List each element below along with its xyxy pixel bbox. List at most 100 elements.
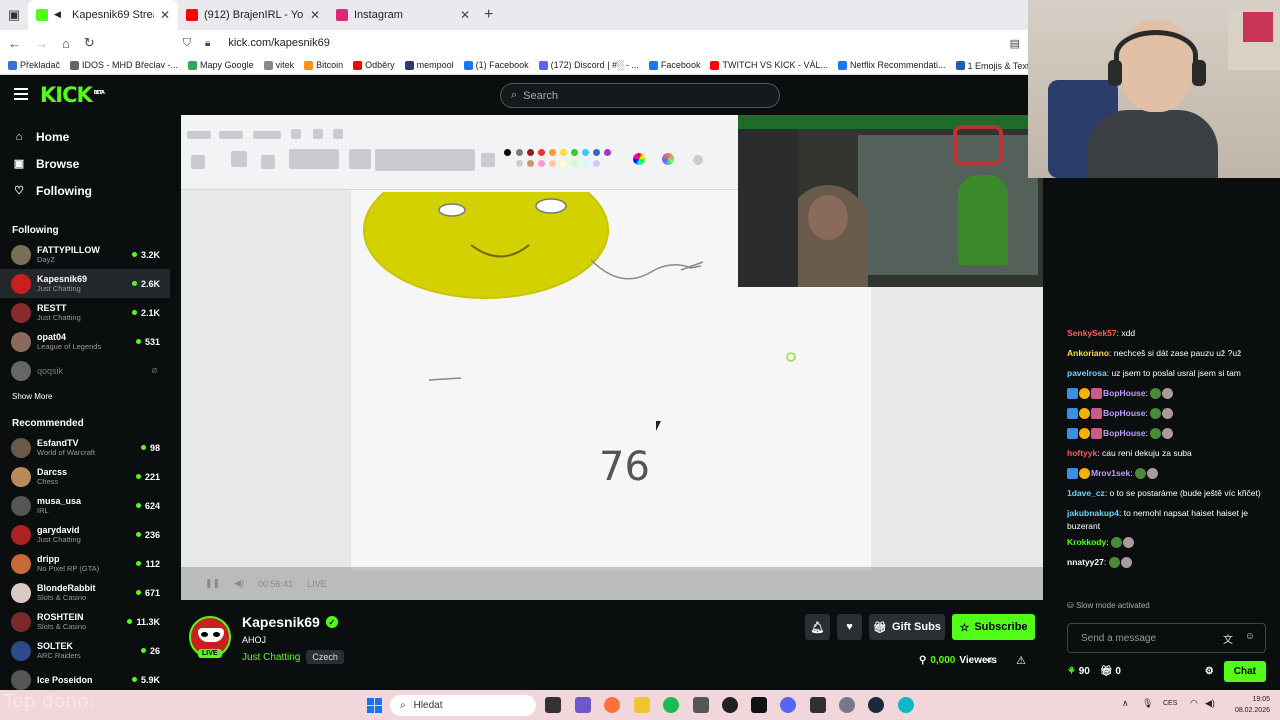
close-tab-icon[interactable]: ✕ [310,8,320,22]
chat-message[interactable]: BopHouse: [1067,384,1272,404]
chat-message[interactable]: nnatyy27: [1067,553,1272,573]
show-more-button[interactable]: Show More [0,387,170,407]
bookmark-item[interactable]: (1) Facebook [463,60,529,70]
calculator-icon[interactable] [693,697,709,713]
back-icon[interactable]: ← [8,36,21,51]
chat-username[interactable]: Krokkody [1067,537,1106,547]
channel-item[interactable]: qoqsik ⊘ [0,356,170,385]
chat-username[interactable]: BopHouse [1103,388,1146,398]
channel-item[interactable]: Ice Poseidon 5.9K [0,665,170,690]
bookmark-item[interactable]: Odběry [353,60,395,70]
count-display[interactable]: 🎁︎ 0 [1100,666,1121,677]
chat-message[interactable]: jakubnakup4: to nemohl napsat haiset hai… [1067,504,1272,533]
file-explorer-icon[interactable] [634,697,650,713]
channel-item[interactable]: BlondeRabbit Slots & Casino 671 [0,578,170,607]
discord-icon[interactable] [780,697,796,713]
url-field[interactable]: kick.com/kapesnik69 [228,37,330,49]
language-tag[interactable]: Czech [306,650,344,664]
search-input[interactable]: ⌕ Search [500,83,780,108]
chat-send-button[interactable]: Chat [1223,660,1266,682]
chat-username[interactable]: hoftyyk [1067,448,1097,458]
channel-item[interactable]: SOLTEK ARC Raiders 26 [0,636,170,665]
channel-item[interactable]: Darcss Chess 221 [0,462,170,491]
follow-button[interactable]: ♥ [837,614,862,640]
edge-icon[interactable] [898,697,914,713]
spotify-icon[interactable] [663,697,679,713]
chat-username[interactable]: Ankoriano [1067,348,1109,358]
speaker-icon[interactable]: ◀ [54,9,66,21]
nav-browse[interactable]: ▣ Browse [0,150,170,177]
bookmark-item[interactable]: Překladač [8,60,60,70]
channel-item[interactable]: ROSHTEIN Slots & Casino 11.3K [0,607,170,636]
bookmark-item[interactable]: Facebook [648,60,700,70]
chat-username[interactable]: nnatyy27 [1067,557,1104,567]
language-indicator[interactable]: CES [1163,700,1177,707]
bookmark-item[interactable]: Bitcoin [304,60,343,70]
snipping-tool-icon[interactable] [575,697,591,713]
jetbrains-icon[interactable] [751,697,767,713]
shield-icon[interactable]: ⛉ [183,37,191,50]
settings-icon[interactable]: ⚙ [1205,666,1214,677]
chat-username[interactable]: BopHouse [1103,408,1146,418]
channel-item[interactable]: RESTT Just Chatting 2.1K [0,298,170,327]
home-icon[interactable]: ⌂ [62,36,70,51]
lock-icon[interactable]: 🔒︎ [205,38,210,49]
chevron-up-icon[interactable]: ∧ [1122,698,1129,709]
video-player[interactable]: 76 ❚❚ ◀) 00:56:41 LIVE [181,115,1043,600]
bookmark-item[interactable]: Netflix Recommendati... [837,60,946,70]
obs-icon[interactable] [810,697,826,713]
close-tab-icon[interactable]: ✕ [160,8,170,22]
bookmark-item[interactable]: Mapy Google [188,60,254,70]
share-icon[interactable]: ⋖ [985,655,993,666]
chat-message[interactable]: BopHouse: [1067,404,1272,424]
mic-icon[interactable]: 🎙︎ [1142,698,1153,709]
steam-icon[interactable] [868,697,884,713]
category-link[interactable]: Just Chatting [242,652,300,663]
chat-message[interactable]: SenkySek57: xdd [1067,324,1272,344]
chat-username[interactable]: BopHouse [1103,428,1146,438]
tab-youtube[interactable]: (912) BrajenIRL - YouTube ✕ [178,0,328,30]
tab-instagram[interactable]: Instagram ✕ [328,0,478,30]
subscribe-button[interactable]: ☆ Subscribe [952,614,1035,640]
channel-item[interactable]: musa_usa IRL 624 [0,491,170,520]
nav-following[interactable]: ♡ Following [0,177,170,204]
nav-home[interactable]: ⌂ Home [0,123,170,150]
menu-icon[interactable] [14,88,28,100]
bookmark-item[interactable]: vitek [263,60,294,70]
new-tab-icon[interactable]: + [484,6,493,24]
firefox-icon[interactable] [604,697,620,713]
chat-username[interactable]: pavelrosa [1067,368,1107,378]
chat-message[interactable]: Krokkody: [1067,533,1272,553]
clock[interactable]: 19:05 08.02.2026 [1235,694,1270,716]
translate-icon[interactable]: 文 [1223,631,1233,646]
chat-message[interactable]: hoftyyk: cau reni dekuju za suba [1067,444,1272,464]
report-icon[interactable]: ⚠ [1016,654,1026,667]
chat-message[interactable]: Mrov1sek: [1067,464,1272,484]
settings-icon[interactable] [839,697,855,713]
channel-item[interactable]: opat04 League of Legends 531 [0,327,170,356]
channel-item[interactable]: EsfandTV World of Warcraft 98 [0,433,170,462]
channel-item[interactable]: dripp No Pixel RP (GTA) 112 [0,549,170,578]
start-icon[interactable] [367,698,382,713]
bookmark-item[interactable]: IDOS - MHD Břeclav -... [70,60,178,70]
volume-icon[interactable]: ◀) [1205,698,1215,709]
reload-icon[interactable]: ↻ [84,35,95,51]
channel-item[interactable]: FATTYPILLOW DayZ 3.2K [0,240,170,269]
channel-name[interactable]: Kapesnik69 ✓ [242,614,338,630]
pause-icon[interactable]: ❚❚ [205,578,220,589]
chat-username[interactable]: 1dave_cz [1067,488,1105,498]
volume-icon[interactable]: ◀) [234,578,244,589]
notification-button[interactable]: 🔔︎ [805,614,830,640]
forward-icon[interactable]: → [35,36,48,51]
gift-subs-button[interactable]: 🎁︎ Gift Subs [869,614,945,640]
app-icon[interactable] [722,697,738,713]
chat-message[interactable]: pavelrosa: uz jsem to poslal usral jsem … [1067,364,1272,384]
bookmark-item[interactable]: 1 Emojis & Text | 1₁¹⓪... [955,59,1028,72]
chat-username[interactable]: SenkySek57 [1067,328,1117,338]
chat-input[interactable]: Send a message 文 ☺ [1067,623,1266,653]
bookmark-item[interactable]: mempool [404,60,454,70]
tab-list-icon[interactable]: ▣ [0,0,28,30]
reader-icon[interactable]: ▤ [1010,37,1020,50]
tab-kick[interactable]: ◀ Kapesnik69 Stream - Watch ✕ [28,0,178,30]
taskview-icon[interactable] [545,697,561,713]
